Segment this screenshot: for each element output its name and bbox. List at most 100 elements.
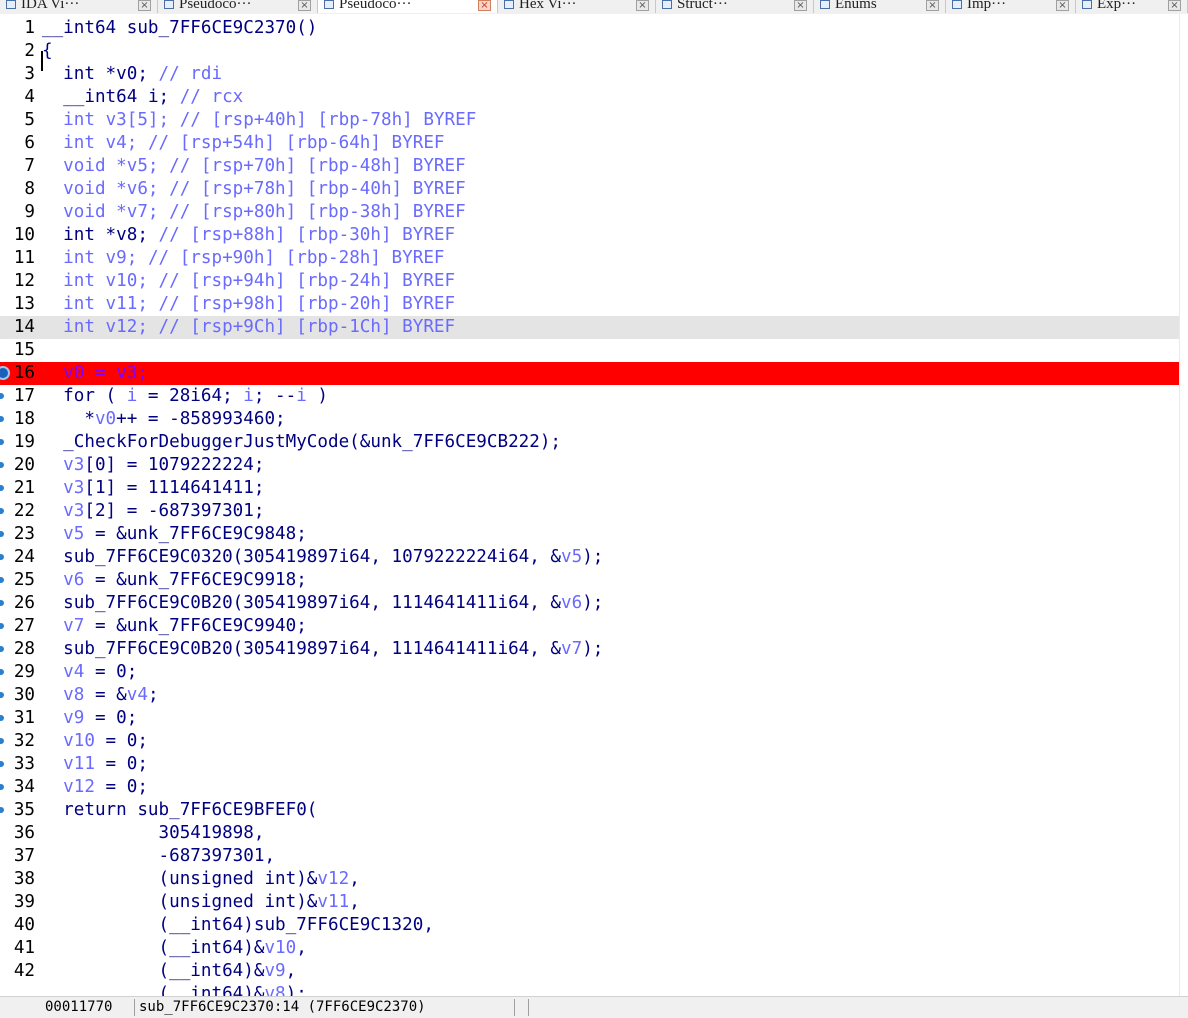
close-icon[interactable]: × <box>298 0 311 11</box>
code-line[interactable]: 17 for ( i = 28i64; i; --i ) <box>0 385 1180 408</box>
code-line[interactable]: 22 v3[2] = -687397301; <box>0 500 1180 523</box>
line-number: 33 <box>13 754 35 774</box>
code-line[interactable]: 15 <box>0 339 1180 362</box>
code-text: void *v7; // [rsp+80h] [rbp-38h] BYREF <box>42 201 466 224</box>
code-line[interactable]: 18 *v0++ = -858993460; <box>0 408 1180 431</box>
code-line[interactable]: 7 void *v5; // [rsp+70h] [rbp-48h] BYREF <box>0 155 1180 178</box>
code-line[interactable]: 1 __int64 sub_7FF6CE9C2370() <box>0 17 1180 40</box>
code-line[interactable]: 10 int *v8; // [rsp+88h] [rbp-30h] BYREF <box>0 224 1180 247</box>
close-icon[interactable]: × <box>478 0 491 11</box>
code-line[interactable]: 34 v12 = 0; <box>0 776 1180 799</box>
code-token: = 0; <box>94 777 148 797</box>
code-variable: v3 <box>42 478 85 498</box>
code-line[interactable]: 32 v10 = 0; <box>0 730 1180 753</box>
code-line[interactable]: 31 v9 = 0; <box>0 707 1180 730</box>
code-text: (unsigned int)&v12, <box>42 868 360 891</box>
code-token: i <box>147 87 159 107</box>
tab-enums[interactable]: Enums × <box>814 0 946 13</box>
code-line[interactable]: 11 int v9; // [rsp+90h] [rbp-28h] BYREF <box>0 247 1180 270</box>
code-line[interactable]: 40 (__int64)sub_7FF6CE9C1320, <box>0 914 1180 937</box>
tab-ida-view[interactable]: IDA Vi··· × <box>0 0 158 13</box>
line-number: 42 <box>13 961 35 981</box>
code-line[interactable]: 30 v8 = &v4; <box>0 684 1180 707</box>
code-comment: // rcx <box>179 87 244 107</box>
code-line[interactable]: 21 v3[1] = 1114641411; <box>0 477 1180 500</box>
code-line[interactable]: 25 v6 = &unk_7FF6CE9C9918; <box>0 569 1180 592</box>
line-number: 18 <box>13 409 35 429</box>
code-line[interactable]: 41 (__int64)&v10, <box>0 937 1180 960</box>
code-text: v3[0] = 1079222224; <box>42 454 264 477</box>
close-icon[interactable]: × <box>926 0 939 11</box>
code-line[interactable]: 38 (unsigned int)&v12, <box>0 868 1180 891</box>
code-line[interactable]: 2{ <box>0 40 1180 63</box>
code-text: v3[1] = 1114641411; <box>42 477 264 500</box>
code-token: = &unk_7FF6CE9C9918; <box>84 570 307 590</box>
tab-pseudocode[interactable]: Pseudoco··· × <box>318 0 498 13</box>
code-line[interactable]: 37 -687397301, <box>0 845 1180 868</box>
code-line[interactable]: (__int64)&v8); <box>0 983 1180 996</box>
tab-structures[interactable]: Struct··· × <box>656 0 814 13</box>
code-text: sub_7FF6CE9C0B20(305419897i64, 111464141… <box>42 638 603 661</box>
close-icon[interactable]: × <box>636 0 649 11</box>
code-token: sub_7FF6CE9C0320(305419897i64, 107922222… <box>42 547 562 567</box>
code-token: = 0; <box>94 731 148 751</box>
code-variable: v3[5]; <box>105 110 180 130</box>
code-line[interactable]: 29 v4 = 0; <box>0 661 1180 684</box>
close-icon[interactable]: × <box>1168 0 1181 11</box>
close-icon[interactable]: × <box>1056 0 1069 11</box>
close-icon[interactable]: × <box>794 0 807 11</box>
line-number: 26 <box>13 593 35 613</box>
close-icon[interactable]: × <box>138 0 151 11</box>
tab-exports[interactable]: Exp··· × <box>1076 0 1188 13</box>
code-text: v0 = v3; <box>42 362 148 385</box>
code-variable: void *v7; <box>42 202 170 222</box>
code-line[interactable]: 28 sub_7FF6CE9C0B20(305419897i64, 111464… <box>0 638 1180 661</box>
selected-code-line[interactable]: 14 int v12; // [rsp+9Ch] [rbp-1Ch] BYREF <box>0 316 1180 339</box>
code-line[interactable]: 42 (__int64)&v9, <box>0 960 1180 983</box>
code-line[interactable]: 3 int *v0; // rdi <box>0 63 1180 86</box>
line-number: 1 <box>24 18 35 38</box>
code-comment: // [rsp+80h] [rbp-38h] BYREF <box>169 202 466 222</box>
code-variable: v12 <box>317 869 350 889</box>
code-line[interactable]: 36 305419898, <box>0 822 1180 845</box>
code-text: -687397301, <box>42 845 276 868</box>
code-token: = 0; <box>84 708 138 728</box>
code-line[interactable]: 39 (unsigned int)&v11, <box>0 891 1180 914</box>
code-line[interactable]: 8 void *v6; // [rsp+78h] [rbp-40h] BYREF <box>0 178 1180 201</box>
line-number: 17 <box>13 386 35 406</box>
code-line[interactable]: 23 v5 = &unk_7FF6CE9C9848; <box>0 523 1180 546</box>
tab-pseudocode[interactable]: Pseudoco··· × <box>158 0 318 13</box>
code-line[interactable]: 9 void *v7; // [rsp+80h] [rbp-38h] BYREF <box>0 201 1180 224</box>
code-text: void *v5; // [rsp+70h] [rbp-48h] BYREF <box>42 155 466 178</box>
code-line[interactable]: 27 v7 = &unk_7FF6CE9C9940; <box>0 615 1180 638</box>
code-line[interactable]: 6 int v4; // [rsp+54h] [rbp-64h] BYREF <box>0 132 1180 155</box>
code-line[interactable]: 12 int v10; // [rsp+94h] [rbp-24h] BYREF <box>0 270 1180 293</box>
code-line[interactable]: 20 v3[0] = 1079222224; <box>0 454 1180 477</box>
code-line[interactable]: 19 _CheckForDebuggerJustMyCode(&unk_7FF6… <box>0 431 1180 454</box>
tab-label: Pseudoco··· <box>179 0 252 12</box>
line-number: 28 <box>13 639 35 659</box>
enums-icon <box>820 0 830 9</box>
tab-hex-view[interactable]: Hex Vi··· × <box>498 0 656 13</box>
code-comment: // [rsp+88h] [rbp-30h] BYREF <box>158 225 456 245</box>
code-line[interactable]: 33 v11 = 0; <box>0 753 1180 776</box>
code-token: = 0; <box>94 754 148 774</box>
code-comment: // [rsp+9Ch] [rbp-1Ch] BYREF <box>158 317 456 337</box>
code-line[interactable]: 24 sub_7FF6CE9C0320(305419897i64, 107922… <box>0 546 1180 569</box>
code-line[interactable]: 4 __int64 i; // rcx <box>0 86 1180 109</box>
tab-imports[interactable]: Imp··· × <box>946 0 1076 13</box>
code-line[interactable]: 35 return sub_7FF6CE9BFEF0( <box>0 799 1180 822</box>
code-text: int v10; // [rsp+94h] [rbp-24h] BYREF <box>42 270 455 293</box>
code-text: *v0++ = -858993460; <box>42 408 285 431</box>
pseudocode-editor[interactable]: 1 __int64 sub_7FF6CE9C2370() 2{3 int *v0; … <box>0 14 1180 996</box>
code-variable: v8 <box>42 685 85 705</box>
code-token: (unsigned int)& <box>42 869 318 889</box>
code-line[interactable]: 26 sub_7FF6CE9C0B20(305419897i64, 111464… <box>0 592 1180 615</box>
pseudocode-icon <box>324 0 334 9</box>
code-variable: int v11; <box>42 294 159 314</box>
vertical-scrollbar[interactable] <box>1179 14 1188 996</box>
code-line[interactable]: 13 int v11; // [rsp+98h] [rbp-20h] BYREF <box>0 293 1180 316</box>
current-execution-line[interactable]: 16 v0 = v3; <box>0 362 1180 385</box>
code-line[interactable]: 5 int v3[5]; // [rsp+40h] [rbp-78h] BYRE… <box>0 109 1180 132</box>
code-token: _CheckForDebuggerJustMyCode(&unk_7FF6CE9… <box>42 432 562 452</box>
